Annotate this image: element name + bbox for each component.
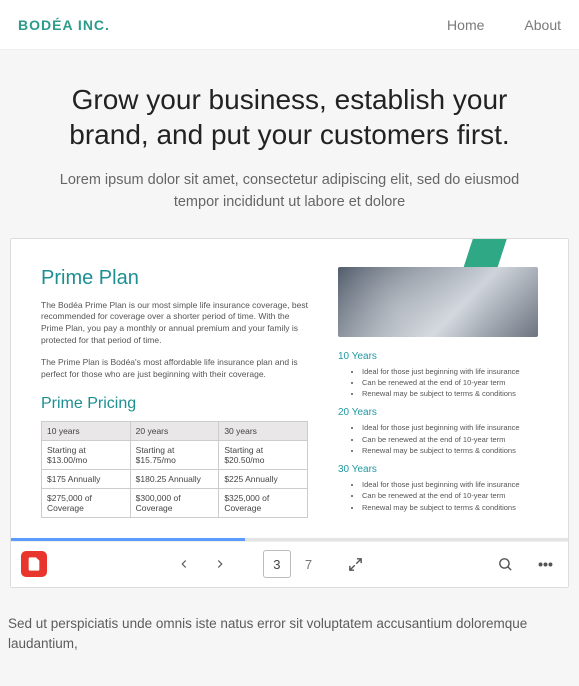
td: $325,000 of Coverage <box>219 488 308 517</box>
section-title-20: 20 Years <box>338 407 538 418</box>
next-page-button[interactable] <box>207 551 233 577</box>
td: Starting at $13.00/mo <box>42 440 131 469</box>
bullet: Can be renewed at the end of 10-year ter… <box>362 434 538 445</box>
brand-logo: BODÉA INC. <box>18 17 110 33</box>
below-viewer-paragraph: Sed ut perspiciatis unde omnis iste natu… <box>0 588 579 655</box>
scroll-progress[interactable] <box>11 538 568 541</box>
fullscreen-button[interactable] <box>342 551 368 577</box>
bullets-30: Ideal for those just beginning with life… <box>338 479 538 513</box>
th-1: 20 years <box>130 421 219 440</box>
topbar: BODÉA INC. Home About <box>0 0 579 50</box>
bullet: Renewal may be subject to terms & condit… <box>362 388 538 399</box>
pdf-toolbar: 3 7 <box>11 541 568 587</box>
section-title-30: 30 Years <box>338 464 538 475</box>
pdf-viewer: Prime Plan The Bodéa Prime Plan is our m… <box>10 238 569 588</box>
pdf-page[interactable]: Prime Plan The Bodéa Prime Plan is our m… <box>11 239 568 538</box>
bullet: Renewal may be subject to terms & condit… <box>362 445 538 456</box>
td: $300,000 of Coverage <box>130 488 219 517</box>
pricing-table: 10 years 20 years 30 years Starting at $… <box>41 421 308 518</box>
hero-subtitle: Lorem ipsum dolor sit amet, consectetur … <box>38 170 541 214</box>
adobe-pdf-icon[interactable] <box>21 551 47 577</box>
td: $180.25 Annually <box>130 469 219 488</box>
plan-heading: Prime Plan <box>41 267 308 290</box>
plan-paragraph-2: The Prime Plan is Bodéa's most affordabl… <box>41 357 308 381</box>
bullet: Ideal for those just beginning with life… <box>362 422 538 433</box>
td: $275,000 of Coverage <box>42 488 131 517</box>
total-pages: 7 <box>301 557 312 572</box>
section-title-10: 10 Years <box>338 351 538 362</box>
plan-paragraph-1: The Bodéa Prime Plan is our most simple … <box>41 300 308 348</box>
current-page-input[interactable]: 3 <box>263 550 291 578</box>
bullets-20: Ideal for those just beginning with life… <box>338 422 538 456</box>
more-options-button[interactable] <box>532 551 558 577</box>
bullet: Can be renewed at the end of 10-year ter… <box>362 490 538 501</box>
th-2: 30 years <box>219 421 308 440</box>
hero-title: Grow your business, establish your brand… <box>38 82 541 152</box>
td: Starting at $15.75/mo <box>130 440 219 469</box>
primary-nav: Home About <box>447 17 561 33</box>
pricing-heading: Prime Pricing <box>41 395 308 413</box>
hero: Grow your business, establish your brand… <box>0 50 579 238</box>
bullet: Ideal for those just beginning with life… <box>362 479 538 490</box>
search-button[interactable] <box>492 551 518 577</box>
td: Starting at $20.50/mo <box>219 440 308 469</box>
nav-home[interactable]: Home <box>447 17 484 33</box>
nav-about[interactable]: About <box>524 17 561 33</box>
plan-photo <box>338 267 538 337</box>
bullet: Can be renewed at the end of 10-year ter… <box>362 377 538 388</box>
td: $225 Annually <box>219 469 308 488</box>
th-0: 10 years <box>42 421 131 440</box>
bullet: Renewal may be subject to terms & condit… <box>362 502 538 513</box>
td: $175 Annually <box>42 469 131 488</box>
progress-fill <box>11 538 245 541</box>
prev-page-button[interactable] <box>171 551 197 577</box>
bullet: Ideal for those just beginning with life… <box>362 366 538 377</box>
bullets-10: Ideal for those just beginning with life… <box>338 366 538 400</box>
